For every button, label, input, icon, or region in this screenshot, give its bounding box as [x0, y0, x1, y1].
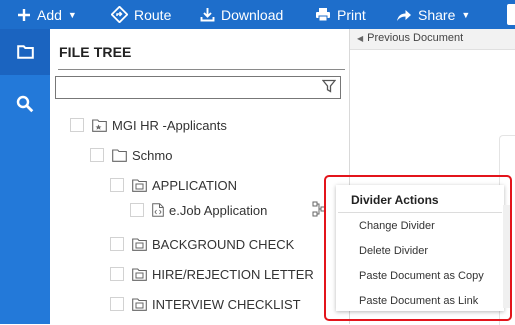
divider-folder-icon: [132, 237, 147, 251]
title-divider: [58, 69, 345, 70]
top-toolbar: Add ▼ Route Download Print Share ▼: [0, 0, 515, 29]
node-label: BACKGROUND CHECK: [152, 236, 295, 252]
node-checkbox[interactable]: [90, 148, 104, 162]
add-button[interactable]: Add ▼: [17, 0, 77, 29]
rail-file-tree-button[interactable]: [0, 29, 50, 75]
route-button[interactable]: Route: [111, 0, 171, 29]
tree-node-divider-application[interactable]: APPLICATION: [110, 175, 237, 195]
printer-icon: [316, 8, 330, 22]
download-icon: [200, 8, 215, 22]
print-button[interactable]: Print: [315, 0, 366, 29]
previous-document-label: Previous Document: [367, 32, 464, 44]
divider-folder-icon: [132, 267, 147, 281]
node-checkbox[interactable]: [110, 178, 124, 192]
previous-document-button[interactable]: ◀ Previous Document: [357, 32, 463, 44]
print-label: Print: [337, 6, 366, 23]
left-rail: [0, 29, 50, 324]
toolbar-edge: [507, 4, 515, 25]
node-label: HIRE/REJECTION LETTER: [152, 266, 314, 282]
add-label: Add: [37, 6, 62, 23]
node-checkbox[interactable]: [130, 203, 144, 217]
highlight-annotation: [324, 175, 512, 321]
download-button[interactable]: Download: [200, 0, 283, 29]
tree-node-document[interactable]: e.Job Application: [130, 200, 267, 220]
tree-node-divider-hire-rejection[interactable]: HIRE/REJECTION LETTER: [110, 264, 314, 284]
node-label: e.Job Application: [169, 202, 268, 218]
file-tree-panel: FILE TREE MGI HR -Applicants Schmo APPLI…: [50, 29, 350, 324]
node-checkbox[interactable]: [110, 267, 124, 281]
divider-folder-icon: [132, 297, 147, 311]
node-label: Schmo: [132, 147, 173, 163]
plus-icon: [18, 8, 30, 21]
panel-title: FILE TREE: [59, 44, 132, 60]
tree-node-divider-background-check[interactable]: BACKGROUND CHECK: [110, 234, 294, 254]
triangle-left-icon: ◀: [357, 33, 364, 43]
node-label: MGI HR -Applicants: [112, 117, 227, 133]
folder-icon: [112, 148, 127, 162]
node-checkbox[interactable]: [110, 237, 124, 251]
search-icon: [16, 95, 34, 113]
rail-search-button[interactable]: [0, 81, 50, 127]
viewer-nav-bar: ◀ Previous Document: [350, 29, 515, 50]
share-button[interactable]: Share ▼: [396, 0, 470, 29]
share-icon: [397, 9, 411, 21]
tree-node-cabinet[interactable]: MGI HR -Applicants: [70, 115, 227, 135]
filter-input[interactable]: [55, 76, 341, 99]
folder-icon: [16, 45, 34, 59]
document-icon: [152, 203, 164, 217]
share-caret-icon: ▼: [461, 9, 471, 20]
cabinet-icon: [92, 118, 107, 132]
node-label: APPLICATION: [152, 177, 238, 193]
route-icon: [111, 6, 128, 23]
node-checkbox[interactable]: [110, 297, 124, 311]
add-caret-icon: ▼: [67, 9, 77, 20]
divider-folder-icon: [132, 178, 147, 192]
share-label: Share: [418, 6, 456, 23]
node-label: INTERVIEW CHECKLIST: [152, 296, 301, 312]
download-label: Download: [221, 6, 284, 23]
tree-node-divider-interview[interactable]: INTERVIEW CHECKLIST: [110, 294, 301, 314]
tree-node-folder[interactable]: Schmo: [90, 145, 172, 165]
node-checkbox[interactable]: [70, 118, 84, 132]
funnel-icon[interactable]: [322, 79, 336, 93]
route-label: Route: [134, 6, 172, 23]
